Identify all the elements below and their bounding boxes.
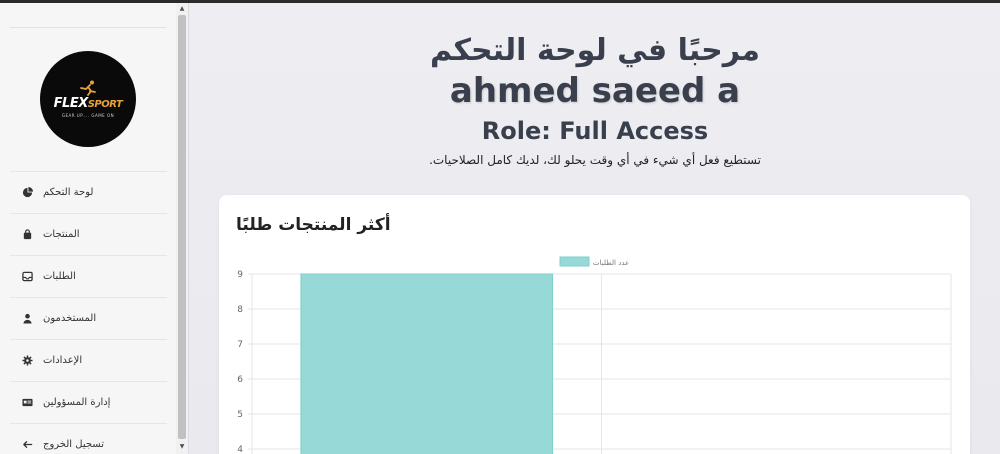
top-products-card: أكثر المنتجات طلبًا 4 5 6 7 8 9 عدد الطلبات: [219, 195, 970, 454]
y-tick-label: 6: [237, 375, 243, 385]
logo-wordmark: FLEXSPORT: [54, 97, 123, 112]
sidebar-item-products[interactable]: المنتجات: [10, 213, 167, 255]
scroll-up-icon[interactable]: ▲: [178, 5, 186, 13]
inbox-icon: [22, 271, 33, 282]
logo-tagline: GEAR UP.... GAME ON: [61, 113, 115, 118]
sidebar: FLEXSPORT GEAR UP.... GAME ON لوحة التحك…: [0, 3, 189, 454]
sidebar-item-label: الإعدادات: [43, 355, 83, 366]
legend-label[interactable]: عدد الطلبات: [593, 259, 629, 267]
sidebar-scrollbar[interactable]: ▲ ▼: [176, 3, 188, 454]
id-card-icon: [22, 397, 33, 408]
card-title: أكثر المنتجات طلبًا: [236, 215, 391, 235]
sidebar-item-logout[interactable]: تسجيل الخروج: [10, 423, 167, 454]
sidebar-item-dashboard[interactable]: لوحة التحكم: [10, 171, 167, 213]
bar[interactable]: [300, 273, 554, 454]
sidebar-item-orders[interactable]: الطلبات: [10, 255, 167, 297]
user-role: Role: Full Access: [481, 117, 709, 145]
sidebar-item-label: تسجيل الخروج: [43, 438, 105, 450]
chart-bars: [300, 273, 554, 454]
sidebar-item-admins[interactable]: إدارة المسؤولين: [10, 381, 167, 423]
sidebar-item-users[interactable]: المستخدمون: [10, 297, 167, 339]
welcome-heading: مرحبًا في لوحة التحكم: [430, 33, 760, 68]
permissions-note: تستطيع فعل أي شيء في أي وقت يحلو لك، لدي…: [429, 153, 761, 167]
sidebar-item-label: المستخدمون: [43, 313, 97, 324]
sidebar-item-label: الطلبات: [43, 271, 76, 282]
sidebar-nav: لوحة التحكم المنتجات الطلبات المستخدمون …: [10, 171, 167, 454]
chart-legend: عدد الطلبات: [559, 256, 629, 267]
sidebar-item-label: المنتجات: [43, 229, 80, 240]
sidebar-divider: [10, 27, 166, 28]
legend-swatch: [559, 256, 590, 267]
sidebar-content: FLEXSPORT GEAR UP.... GAME ON لوحة التحك…: [0, 3, 176, 454]
runner-icon: [80, 80, 96, 96]
browser-viewport: FLEXSPORT GEAR UP.... GAME ON لوحة التحك…: [0, 3, 1000, 454]
y-tick-label: 9: [237, 270, 243, 280]
sidebar-item-label: لوحة التحكم: [43, 187, 94, 198]
y-tick-label: 4: [237, 445, 243, 454]
y-tick-label: 7: [237, 340, 243, 350]
y-tick-label: 5: [237, 410, 243, 420]
scroll-down-icon[interactable]: ▼: [178, 443, 186, 451]
user-name: ahmed saeed a: [449, 71, 741, 111]
sidebar-item-settings[interactable]: الإعدادات: [10, 339, 167, 381]
main-content: مرحبًا في لوحة التحكم ahmed saeed a Role…: [190, 3, 1000, 454]
user-icon: [22, 313, 33, 324]
bag-icon: [22, 229, 33, 240]
pie-chart-icon: [22, 187, 33, 198]
logo-brand-accent: SPORT: [87, 99, 123, 110]
arrow-left-icon: [22, 439, 33, 450]
gear-icon: [22, 355, 33, 366]
y-tick-label: 8: [237, 305, 243, 315]
logo-brand-main: FLEX: [53, 96, 89, 111]
brand-logo[interactable]: FLEXSPORT GEAR UP.... GAME ON: [40, 51, 136, 147]
y-axis-ticks: 4 5 6 7 8 9: [237, 270, 243, 454]
top-products-chart: 4 5 6 7 8 9 عدد الطلبات: [237, 256, 952, 454]
scrollbar-thumb[interactable]: [178, 15, 186, 439]
sidebar-item-label: إدارة المسؤولين: [43, 397, 111, 408]
